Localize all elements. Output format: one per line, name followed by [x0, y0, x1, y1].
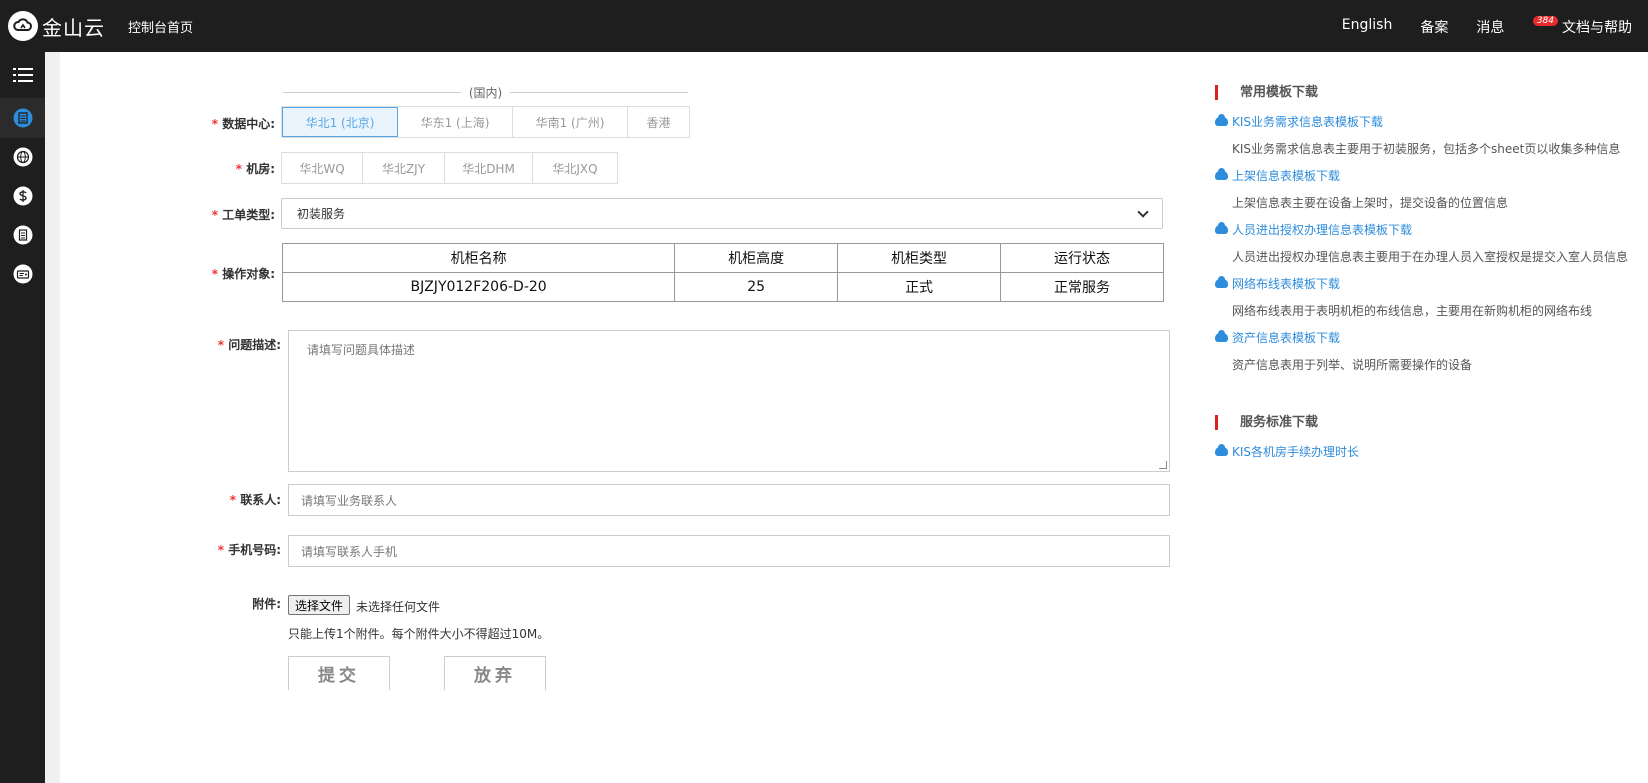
target-label: * 操作对象: [211, 267, 275, 281]
menu-icon [12, 68, 33, 82]
sidebar-item-tickets[interactable] [0, 254, 45, 294]
document-icon [13, 225, 32, 245]
sidebar-item-billing[interactable] [0, 176, 45, 216]
cell-run-status: 正常服务 [1000, 272, 1164, 302]
cell-cabinet-name: BJZJY012F206-D-20 [281, 272, 676, 302]
template-link-assets[interactable]: 资产信息表模板下载 [1215, 329, 1340, 346]
datacenter-option-guangzhou[interactable]: 华南1 (广州) [513, 107, 628, 137]
room-option-wq[interactable]: 华北WQ [282, 153, 363, 183]
room-option-dhm[interactable]: 华北DHM [445, 153, 533, 183]
template-desc-racking: 上架信息表主要在设备上架时，提交设备的位置信息 [1232, 196, 1509, 210]
template-desc-assets: 资产信息表用于列举、说明所需要操作的设备 [1232, 358, 1473, 372]
domestic-label: (国内) [468, 85, 503, 100]
contact-placeholder: 请填写业务联系人 [301, 493, 398, 508]
cloud-logo-icon [8, 11, 38, 41]
sidebar-item-documents[interactable] [0, 215, 45, 255]
menu-toggle[interactable] [0, 55, 45, 95]
cloud-download-icon [1215, 444, 1228, 456]
description-textarea[interactable]: 请填写问题具体描述 [288, 330, 1170, 472]
template-link-access[interactable]: 人员进出授权办理信息表模板下载 [1215, 221, 1412, 238]
dollar-icon [13, 186, 32, 206]
sidebar [0, 52, 45, 783]
cabinet-table: 机柜名称 机柜高度 机柜类型 运行状态 BJZJY012F206-D-20 25… [281, 243, 1164, 302]
console-home-link[interactable]: 控制台首页 [128, 17, 193, 36]
template-desc-cabling: 网络布线表用于表明机柜的布线信息，主要用在新购机柜的网络布线 [1232, 304, 1593, 318]
description-placeholder: 请填写问题具体描述 [307, 343, 416, 357]
template-link-racking[interactable]: 上架信息表模板下载 [1215, 167, 1340, 184]
submit-button[interactable]: 提交 [288, 656, 390, 690]
cloud-download-icon [1215, 222, 1228, 234]
template-link-cabling[interactable]: 网络布线表模板下载 [1215, 275, 1340, 292]
logo-text: 金山云 [42, 15, 105, 40]
cloud-download-icon [1215, 168, 1228, 180]
nav-messages-label: 消息 [1476, 20, 1505, 36]
sidebar-gutter [45, 52, 60, 783]
top-bar: 金山云 控制台首页 English 备案 消息 384 文档与帮助 [0, 0, 1648, 52]
standard-link-duration[interactable]: KIS各机房手续办理时长 [1215, 443, 1359, 460]
message-count-badge: 384 [1532, 16, 1558, 26]
nav-messages[interactable]: 消息 384 [1476, 16, 1558, 37]
table-row: BJZJY012F206-D-20 25 正式 正常服务 [281, 272, 1164, 302]
room-option-zjy[interactable]: 华北ZJY [363, 153, 445, 183]
template-desc-kis: KIS业务需求信息表主要用于初装服务，包括多个sheet页以收集多种信息 [1232, 142, 1621, 156]
logo[interactable]: 金山云 [8, 10, 105, 42]
attachment-label: 附件: [252, 597, 281, 611]
ticket-type-select[interactable]: 初装服务 [281, 198, 1163, 229]
column-header-run-status: 运行状态 [1000, 243, 1164, 273]
template-desc-access: 人员进出授权办理信息表主要用于在办理人员入室授权是提交入室人员信息 [1232, 250, 1629, 264]
cloud-download-icon [1215, 330, 1228, 342]
room-selector: 华北WQ 华北ZJY 华北DHM 华北JXQ [281, 152, 618, 184]
server-list-icon [13, 108, 32, 128]
datacenter-option-shanghai[interactable]: 华东1 (上海) [398, 107, 513, 137]
domestic-divider: (国内) [283, 84, 688, 100]
ticket-type-label: * 工单类型: [211, 208, 275, 222]
attachment-hint: 只能上传1个附件。每个附件大小不得超过10M。 [288, 627, 550, 641]
sidebar-item-servers[interactable] [0, 98, 45, 138]
datacenter-label: * 数据中心: [211, 117, 275, 131]
datacenter-selector: 华北1 (北京) 华东1 (上海) 华南1 (广州) 香港 [281, 106, 690, 138]
phone-input[interactable]: 请填写联系人手机 [288, 535, 1170, 567]
nav-icp-filing[interactable]: 备案 [1420, 17, 1448, 37]
column-header-cabinet-height: 机柜高度 [674, 243, 839, 273]
datacenter-option-hongkong[interactable]: 香港 [628, 107, 689, 137]
room-option-jxq[interactable]: 华北JXQ [533, 153, 617, 183]
description-label: * 问题描述: [217, 338, 281, 352]
room-label: * 机房: [235, 162, 275, 176]
datacenter-option-beijing[interactable]: 华北1 (北京) [282, 107, 398, 137]
resize-handle-icon[interactable] [1159, 461, 1167, 469]
phone-placeholder: 请填写联系人手机 [301, 544, 398, 559]
chevron-down-icon [1137, 205, 1149, 218]
standards-title: 服务标准下载 [1215, 415, 1318, 430]
ticket-icon [13, 264, 32, 284]
nav-english[interactable]: English [1342, 17, 1393, 37]
top-nav: English 备案 消息 384 文档与帮助 [1342, 16, 1632, 37]
ticket-type-value: 初装服务 [297, 207, 346, 221]
column-header-cabinet-name: 机柜名称 [281, 243, 676, 273]
templates-title: 常用模板下载 [1215, 85, 1318, 100]
template-link-kis[interactable]: KIS业务需求信息表模板下载 [1215, 113, 1383, 130]
table-header-row: 机柜名称 机柜高度 机柜类型 运行状态 [281, 243, 1164, 273]
phone-label: * 手机号码: [217, 543, 281, 557]
cancel-button[interactable]: 放弃 [444, 656, 546, 690]
contact-input[interactable]: 请填写业务联系人 [288, 484, 1170, 516]
cell-cabinet-height: 25 [674, 272, 839, 302]
file-status: 未选择任何文件 [356, 600, 441, 614]
globe-icon [13, 147, 32, 167]
sidebar-item-network[interactable] [0, 137, 45, 177]
cloud-download-icon [1215, 276, 1228, 288]
cell-cabinet-type: 正式 [837, 272, 1002, 302]
cloud-download-icon [1215, 114, 1228, 126]
contact-label: * 联系人: [229, 493, 281, 507]
choose-file-button[interactable]: 选择文件 [288, 595, 351, 615]
column-header-cabinet-type: 机柜类型 [837, 243, 1002, 273]
nav-docs-help[interactable]: 文档与帮助 [1562, 17, 1632, 37]
